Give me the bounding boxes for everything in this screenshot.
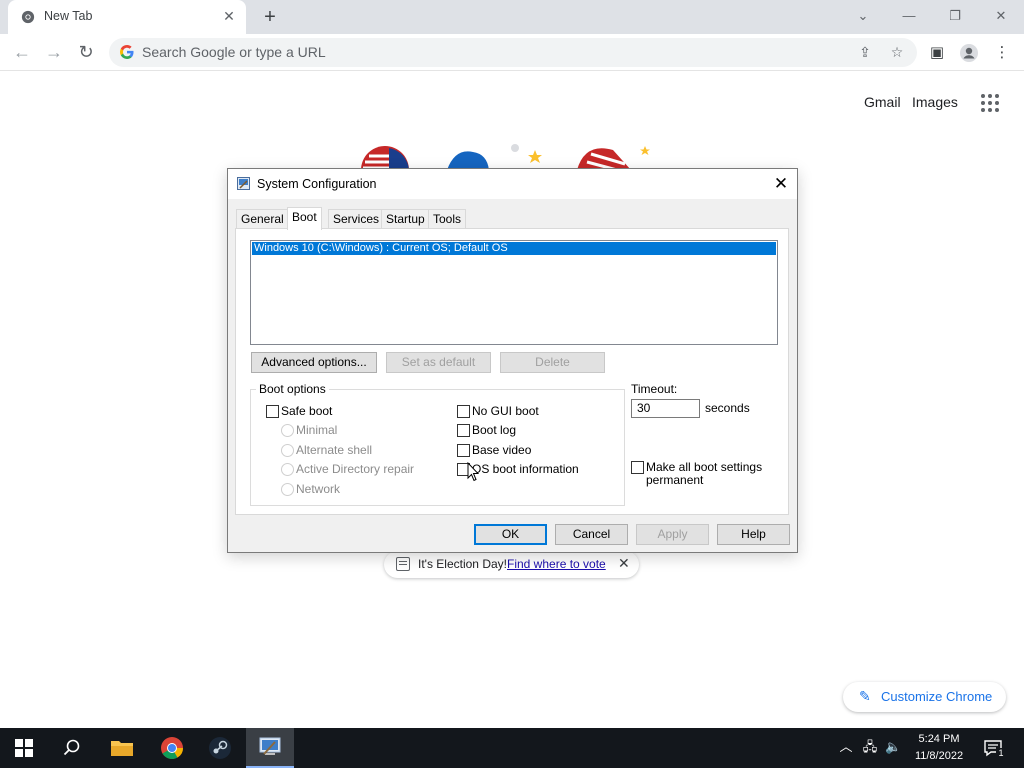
no-gui-boot-label: No GUI boot xyxy=(472,404,539,418)
minimal-label: Minimal xyxy=(296,423,338,437)
msconfig-icon xyxy=(259,737,281,755)
mouse-cursor-icon xyxy=(467,462,479,482)
ad-repair-label: Active Directory repair xyxy=(296,462,415,476)
base-video-label: Base video xyxy=(472,443,532,457)
help-button[interactable]: Help xyxy=(717,524,790,545)
reload-icon[interactable]: ↻ xyxy=(74,41,98,63)
ok-button[interactable]: OK xyxy=(474,524,547,545)
boot-log-checkbox[interactable] xyxy=(457,424,470,437)
boot-log-label: Boot log xyxy=(472,423,517,437)
taskbar: ︿ 🖧 🔈 5:24 PM 11/8/2022 1 xyxy=(0,728,1024,768)
steam-taskbar-button[interactable] xyxy=(196,728,244,768)
tab-search-chevron-icon[interactable]: ⌄ xyxy=(849,6,877,26)
apply-button[interactable]: Apply xyxy=(636,524,709,545)
tab-close-icon[interactable]: ✕ xyxy=(221,8,237,24)
ballot-icon xyxy=(396,557,410,571)
tab-services[interactable]: Services xyxy=(328,209,385,229)
boot-options-label: Boot options xyxy=(256,382,329,396)
tab-new-tab[interactable]: New Tab ✕ xyxy=(8,0,246,34)
back-icon[interactable]: ← xyxy=(10,41,34,63)
images-link[interactable]: Images xyxy=(912,94,958,110)
msconfig-app-icon xyxy=(237,177,250,190)
clock-date[interactable]: 11/8/2022 xyxy=(910,750,968,762)
start-button[interactable] xyxy=(0,728,48,768)
tab-title: New Tab xyxy=(44,9,93,23)
windows-start-icon xyxy=(15,739,33,757)
bookmark-star-icon[interactable]: ☆ xyxy=(887,43,907,61)
tab-boot[interactable]: Boot xyxy=(287,207,322,230)
alternate-shell-label: Alternate shell xyxy=(296,443,373,457)
network-label: Network xyxy=(296,482,341,496)
chrome-taskbar-button[interactable] xyxy=(148,728,196,768)
dialog-close-icon[interactable]: ✕ xyxy=(768,173,794,195)
system-configuration-dialog: System Configuration ✕ General Boot Serv… xyxy=(227,168,798,553)
taskbar-search-button[interactable] xyxy=(48,728,96,768)
os-boot-info-label: OS boot information xyxy=(472,462,579,476)
gmail-link[interactable]: Gmail xyxy=(864,94,901,110)
os-list-item[interactable]: Windows 10 (C:\Windows) : Current OS; De… xyxy=(252,242,776,255)
os-list[interactable]: Windows 10 (C:\Windows) : Current OS; De… xyxy=(250,240,778,345)
base-video-checkbox[interactable] xyxy=(457,444,470,457)
google-g-icon xyxy=(120,45,134,59)
search-icon xyxy=(63,739,80,756)
no-gui-boot-checkbox[interactable] xyxy=(457,405,470,418)
google-doodle[interactable] xyxy=(355,140,675,170)
browser-toolbar: ← → ↻ Search Google or type a URL ⇪ ☆ ▣ … xyxy=(0,34,1024,71)
tab-strip: New Tab ✕ + ⌄ — ❐ ✕ xyxy=(0,0,1024,34)
safe-boot-checkbox[interactable] xyxy=(266,405,279,418)
ad-repair-radio[interactable] xyxy=(281,463,294,476)
cancel-button[interactable]: Cancel xyxy=(555,524,628,545)
timeout-label: Timeout: xyxy=(631,382,678,396)
google-apps-icon[interactable] xyxy=(981,94,999,112)
notification-count: 1 xyxy=(996,748,1006,758)
election-close-icon[interactable]: ✕ xyxy=(618,555,630,572)
tab-general[interactable]: General xyxy=(236,209,289,229)
safe-boot-label: Safe boot xyxy=(281,404,333,418)
network-radio[interactable] xyxy=(281,483,294,496)
minimize-icon[interactable]: — xyxy=(895,6,923,26)
find-where-to-vote-link[interactable]: Find where to vote xyxy=(507,557,606,571)
dialog-titlebar[interactable]: System Configuration ✕ xyxy=(228,169,797,199)
volume-icon[interactable]: 🔈 xyxy=(885,739,901,755)
minimal-radio[interactable] xyxy=(281,424,294,437)
alternate-shell-radio[interactable] xyxy=(281,444,294,457)
window-close-icon[interactable]: ✕ xyxy=(987,6,1015,26)
timeout-input[interactable]: 30 xyxy=(631,399,700,418)
election-notice: It's Election Day! Find where to vote ✕ xyxy=(384,551,639,578)
chrome-favicon-icon xyxy=(21,10,35,24)
chrome-menu-icon[interactable]: ⋮ xyxy=(991,42,1013,64)
advanced-options-button[interactable]: Advanced options... xyxy=(251,352,377,373)
forward-icon[interactable]: → xyxy=(42,41,66,63)
timeout-unit-label: seconds xyxy=(705,401,750,415)
make-permanent-label-line2: permanent xyxy=(646,473,704,487)
set-as-default-button[interactable]: Set as default xyxy=(386,352,491,373)
dialog-title: System Configuration xyxy=(257,177,377,191)
tab-tools[interactable]: Tools xyxy=(428,209,467,229)
omnibox[interactable]: Search Google or type a URL ⇪ ☆ xyxy=(109,38,917,67)
restore-icon[interactable]: ❐ xyxy=(941,6,969,26)
make-permanent-checkbox[interactable] xyxy=(631,461,644,474)
customize-chrome-label: Customize Chrome xyxy=(881,689,993,704)
new-tab-button[interactable]: + xyxy=(258,6,282,28)
election-text: It's Election Day! xyxy=(418,557,507,571)
make-permanent-label: Make all boot settings xyxy=(646,460,763,474)
network-icon[interactable]: 🖧 xyxy=(862,739,878,755)
clock-time[interactable]: 5:24 PM xyxy=(912,733,966,745)
boot-tab-panel: Windows 10 (C:\Windows) : Current OS; De… xyxy=(235,228,789,515)
pencil-icon: ✎ xyxy=(859,688,871,704)
folder-icon xyxy=(111,741,133,756)
msconfig-taskbar-button[interactable] xyxy=(246,728,294,768)
chrome-icon xyxy=(161,737,183,759)
file-explorer-button[interactable] xyxy=(98,728,146,768)
customize-chrome-button[interactable]: ✎ Customize Chrome xyxy=(843,682,1006,712)
omnibox-input[interactable]: Search Google or type a URL xyxy=(142,44,326,60)
steam-icon xyxy=(209,737,231,759)
tab-startup[interactable]: Startup xyxy=(381,209,430,229)
profile-icon[interactable] xyxy=(958,42,980,64)
show-hidden-icons-chevron-icon[interactable]: ︿ xyxy=(838,739,854,755)
delete-button[interactable]: Delete xyxy=(500,352,605,373)
side-panel-icon[interactable]: ▣ xyxy=(926,42,948,64)
share-icon[interactable]: ⇪ xyxy=(855,43,875,61)
